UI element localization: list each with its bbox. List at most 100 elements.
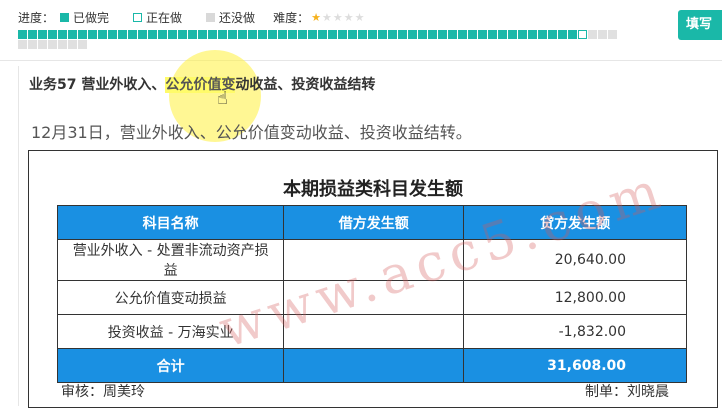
header-credit: 贷方发生额	[463, 205, 687, 240]
row-debit	[283, 314, 465, 349]
progress-cell-done[interactable]	[428, 30, 437, 39]
progress-cell-done[interactable]	[108, 30, 117, 39]
progress-cell-done[interactable]	[258, 30, 267, 39]
progress-cell-done[interactable]	[548, 30, 557, 39]
progress-cell-done[interactable]	[158, 30, 167, 39]
progress-cell-done[interactable]	[228, 30, 237, 39]
row-account-name: 营业外收入 - 处置非流动资产损益	[56, 239, 285, 281]
row-credit: 20,640.00	[463, 239, 687, 281]
progress-cell-todo[interactable]	[78, 40, 87, 49]
progress-cell-done[interactable]	[328, 30, 337, 39]
difficulty-stars: ★ ★ ★ ★ ★	[311, 11, 365, 24]
total-row: 合计 31,608.00	[56, 348, 687, 383]
progress-legend: 进度： 已做完 正在做 还没做 难度： ★ ★ ★ ★ ★	[18, 9, 365, 26]
table-row: 公允价值变动损益 12,800.00	[56, 280, 687, 315]
progress-cell-done[interactable]	[218, 30, 227, 39]
progress-cell-todo[interactable]	[588, 30, 597, 39]
progress-cell-done[interactable]	[18, 30, 27, 39]
progress-cell-done[interactable]	[98, 30, 107, 39]
progress-cell-done[interactable]	[368, 30, 377, 39]
header-debit: 借方发生额	[283, 205, 465, 240]
progress-cell-todo[interactable]	[608, 30, 617, 39]
progress-cell-done[interactable]	[178, 30, 187, 39]
progress-cell-done[interactable]	[568, 30, 577, 39]
task-title-suffix: 动收益、投资收益结转	[235, 77, 376, 93]
progress-cell-done[interactable]	[458, 30, 467, 39]
progress-cell-done[interactable]	[68, 30, 77, 39]
progress-cell-done[interactable]	[398, 30, 407, 39]
progress-cell-done[interactable]	[358, 30, 367, 39]
voucher-document: 本期损益类科目发生额 科目名称 借方发生额 贷方发生额 营业外收入 - 处置非流…	[28, 150, 718, 408]
total-credit: 31,608.00	[463, 348, 687, 383]
star-icon: ★	[332, 11, 343, 24]
progress-cell-done[interactable]	[118, 30, 127, 39]
total-debit	[283, 348, 465, 383]
doing-swatch	[133, 13, 143, 22]
progress-label: 进度：	[18, 11, 55, 25]
progress-cell-done[interactable]	[88, 30, 97, 39]
star-icon: ★	[343, 11, 354, 24]
progress-cell-done[interactable]	[438, 30, 447, 39]
progress-cell-done[interactable]	[168, 30, 177, 39]
progress-cell-done[interactable]	[308, 30, 317, 39]
row-account-name: 投资收益 - 万海实业	[56, 314, 285, 349]
progress-cell-done[interactable]	[558, 30, 567, 39]
total-label: 合计	[56, 348, 285, 383]
progress-cell-done[interactable]	[38, 30, 47, 39]
reviewer-label: 审核：周美玲	[61, 384, 145, 400]
progress-cell-todo[interactable]	[598, 30, 607, 39]
progress-cell-todo[interactable]	[18, 40, 27, 49]
progress-cell-done[interactable]	[378, 30, 387, 39]
progress-cell-done[interactable]	[538, 30, 547, 39]
progress-cell-done[interactable]	[148, 30, 157, 39]
progress-cell-done[interactable]	[318, 30, 327, 39]
progress-cell-done[interactable]	[298, 30, 307, 39]
progress-cell-todo[interactable]	[58, 40, 67, 49]
progress-cell-done[interactable]	[488, 30, 497, 39]
row-credit: 12,800.00	[463, 280, 687, 315]
progress-cell-done[interactable]	[408, 30, 417, 39]
task-description: 12月31日，营业外收入、公允价值变动收益、投资收益结转。	[31, 123, 472, 142]
progress-cell-done[interactable]	[268, 30, 277, 39]
progress-cell-done[interactable]	[288, 30, 297, 39]
progress-cell-done[interactable]	[498, 30, 507, 39]
progress-cell-done[interactable]	[238, 30, 247, 39]
progress-cell-todo[interactable]	[68, 40, 77, 49]
progress-grid	[18, 30, 618, 49]
progress-cell-done[interactable]	[518, 30, 527, 39]
progress-cell-done[interactable]	[278, 30, 287, 39]
progress-cell-done[interactable]	[468, 30, 477, 39]
fill-button[interactable]: 填写	[678, 10, 722, 40]
progress-cell-done[interactable]	[138, 30, 147, 39]
progress-cell-done[interactable]	[58, 30, 67, 39]
progress-cell-done[interactable]	[418, 30, 427, 39]
progress-cell-todo[interactable]	[38, 40, 47, 49]
done-label: 已做完	[73, 11, 110, 25]
progress-cell-done[interactable]	[28, 30, 37, 39]
progress-cell-done[interactable]	[448, 30, 457, 39]
header-account-name: 科目名称	[56, 205, 285, 240]
progress-cell-done[interactable]	[128, 30, 137, 39]
progress-cell-done[interactable]	[198, 30, 207, 39]
row-credit: -1,832.00	[463, 314, 687, 349]
star-icon: ★	[321, 11, 332, 24]
progress-cell-done[interactable]	[508, 30, 517, 39]
table-row: 投资收益 - 万海实业 -1,832.00	[56, 314, 687, 349]
todo-swatch	[206, 13, 216, 22]
star-icon: ★	[311, 11, 321, 24]
progress-cell-current[interactable]	[578, 30, 587, 39]
progress-cell-done[interactable]	[208, 30, 217, 39]
progress-cell-done[interactable]	[188, 30, 197, 39]
done-swatch	[60, 13, 70, 22]
row-account-name: 公允价值变动损益	[56, 280, 285, 315]
progress-cell-done[interactable]	[528, 30, 537, 39]
progress-cell-todo[interactable]	[28, 40, 37, 49]
progress-cell-done[interactable]	[478, 30, 487, 39]
progress-cell-done[interactable]	[388, 30, 397, 39]
progress-cell-todo[interactable]	[48, 40, 57, 49]
progress-cell-done[interactable]	[78, 30, 87, 39]
progress-cell-done[interactable]	[248, 30, 257, 39]
progress-cell-done[interactable]	[348, 30, 357, 39]
progress-cell-done[interactable]	[48, 30, 57, 39]
progress-cell-done[interactable]	[338, 30, 347, 39]
